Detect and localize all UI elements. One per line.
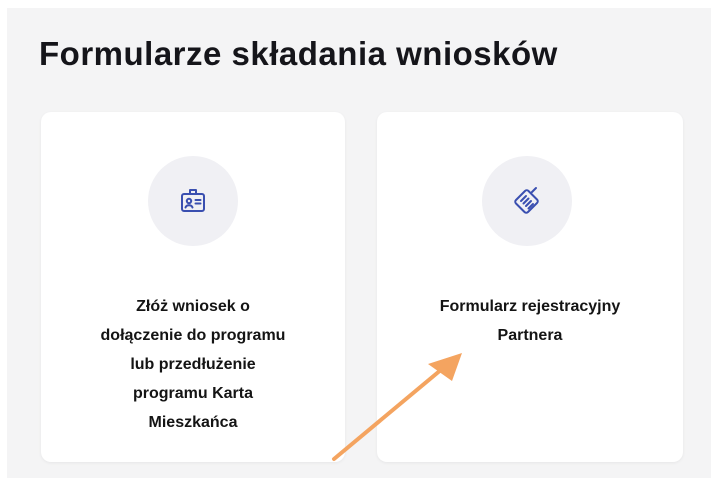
card-label: Złóż wniosek o dołączenie do programu lu… xyxy=(71,292,315,437)
card-label-line: lub przedłużenie xyxy=(130,356,256,373)
page-frame: Formularze składania wniosków Złóż wnios… xyxy=(0,0,711,479)
forms-section: Formularze składania wniosków Złóż wnios… xyxy=(7,8,711,478)
card-label-line: Partnera xyxy=(497,327,563,344)
icon-circle xyxy=(148,156,238,246)
partner-registration-card[interactable]: Formularz rejestracyjny Partnera xyxy=(377,112,683,462)
id-badge-icon xyxy=(181,189,205,212)
application-form-card[interactable]: Złóż wniosek o dołączenie do programu lu… xyxy=(41,112,345,462)
card-label-line: programu Karta xyxy=(132,385,254,402)
card-label-line: Mieszkańca xyxy=(148,414,238,431)
page-title: Formularze składania wniosków xyxy=(39,35,558,72)
card-label-line: dołączenie do programu xyxy=(100,327,286,344)
card-label-line: Formularz rejestracyjny xyxy=(439,298,621,315)
icon-circle xyxy=(482,156,572,246)
card-label-line: Złóż wniosek o xyxy=(136,298,250,315)
card-label: Formularz rejestracyjny Partnera xyxy=(407,292,653,350)
handshake-icon xyxy=(514,187,539,214)
